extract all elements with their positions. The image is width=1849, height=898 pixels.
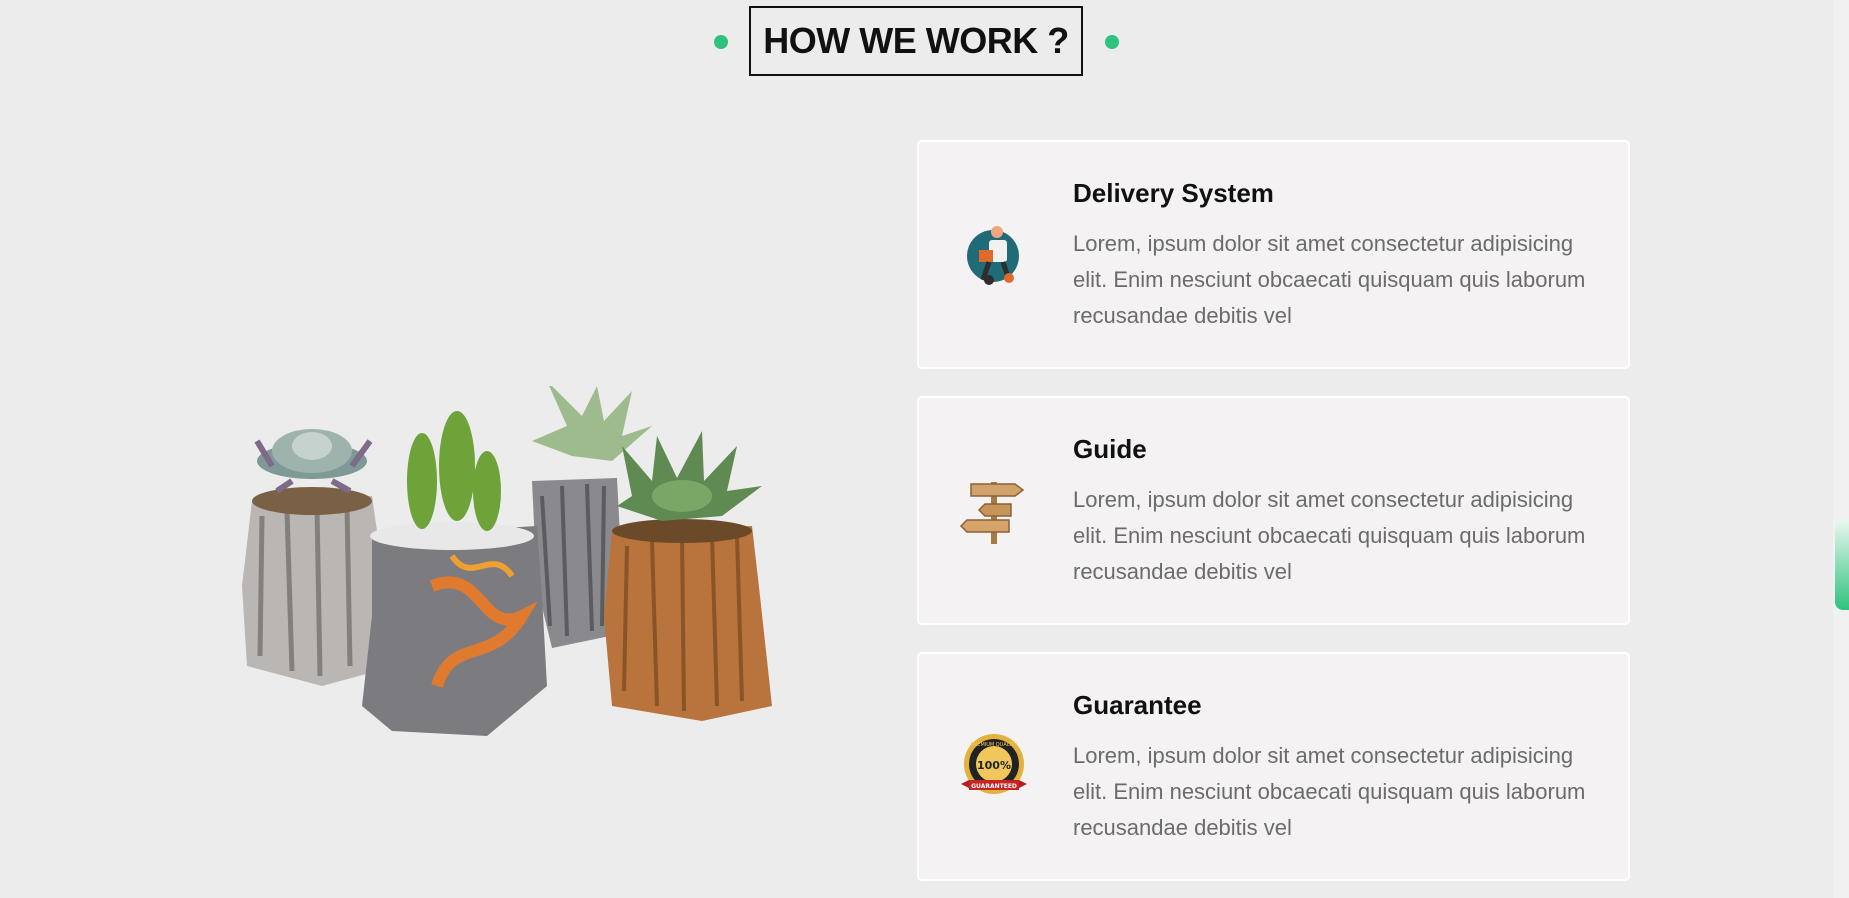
signpost-icon [959, 482, 1025, 544]
card-description: Lorem, ipsum dolor sit amet consectetur … [1073, 743, 1586, 840]
accent-dot-left [714, 35, 728, 49]
badge-ribbon-text: GUARANTEED [971, 783, 1017, 790]
succulent-pots-image [242, 386, 772, 736]
badge-top-text: PREMIUM QUALITY [971, 742, 1018, 748]
card-description: Lorem, ipsum dolor sit amet consectetur … [1073, 487, 1586, 584]
guarantee-badge-icon: PREMIUM QUALITY 100% GUARANTEED [961, 734, 1027, 794]
card-guarantee: PREMIUM QUALITY 100% GUARANTEED Guarante… [917, 652, 1630, 881]
card-title: Delivery System [1073, 178, 1274, 208]
card-title: Guarantee [1073, 690, 1202, 720]
card-title: Guide [1073, 434, 1147, 464]
accent-dot-right [1105, 35, 1119, 49]
badge-center-text: 100% [977, 759, 1011, 772]
section-header: HOW WE WORK ? [0, 0, 1833, 90]
delivery-courier-icon [967, 226, 1019, 285]
section-title: HOW WE WORK ? [749, 6, 1083, 76]
card-guide: Guide Lorem, ipsum dolor sit amet consec… [917, 396, 1630, 625]
scrollbar-track[interactable] [1833, 0, 1849, 898]
card-delivery-system: Delivery System Lorem, ipsum dolor sit a… [917, 140, 1630, 369]
scrollbar-thumb[interactable] [1835, 520, 1849, 610]
card-description: Lorem, ipsum dolor sit amet consectetur … [1073, 231, 1586, 328]
